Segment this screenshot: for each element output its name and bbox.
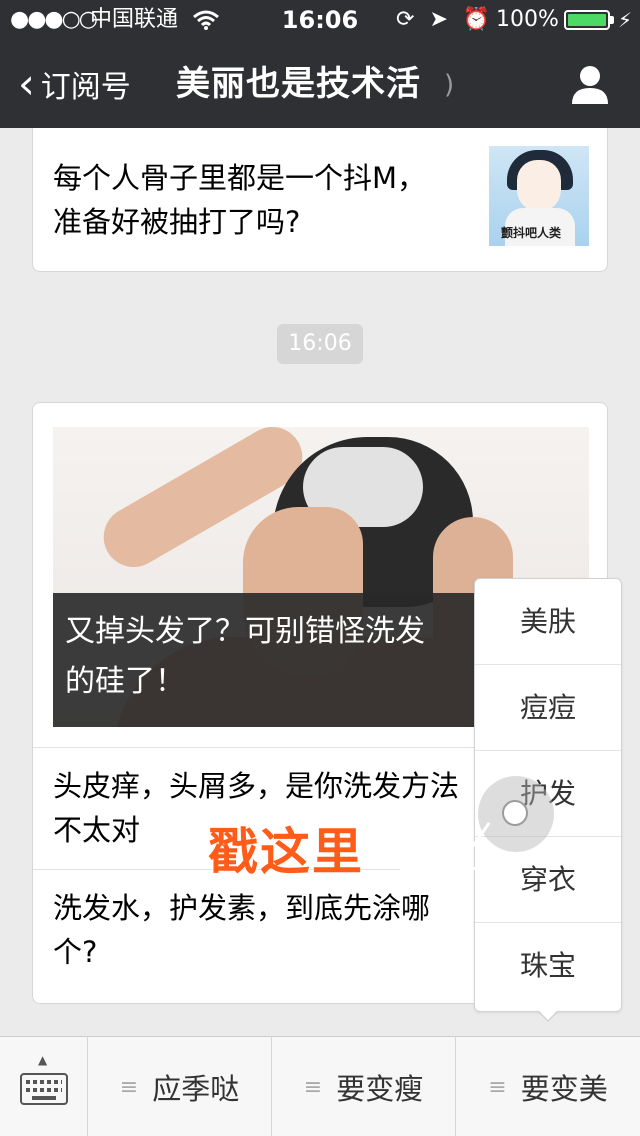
list-item-title: 洗发水，护发素，到底先涂哪个?: [53, 891, 431, 969]
menu-lines-icon: ≡: [119, 1074, 139, 1100]
nav-bar: ‹ 订阅号 美丽也是技术活 ): [0, 40, 640, 128]
menu-lines-icon: ≡: [488, 1074, 507, 1100]
menu-tab-label: 应季哒: [152, 1072, 240, 1106]
menu-tab-label: 要变美: [520, 1072, 608, 1106]
bottom-menu-bar: ▲ ≡ 应季哒 ≡ 要变瘦 ≡ 要变美: [0, 1036, 640, 1136]
submenu-item-jewelry[interactable]: 珠宝: [475, 923, 621, 1009]
battery-tip: [610, 16, 614, 24]
tap-indicator-dot: [502, 800, 528, 826]
message-time-badge: 16:06: [277, 324, 363, 364]
rotation-lock-icon: ⟳: [396, 7, 415, 32]
battery-percent: 100%: [496, 7, 559, 32]
person-icon: [572, 66, 608, 104]
chevron-left-icon: ‹: [18, 59, 35, 108]
back-button[interactable]: ‹ 订阅号: [18, 62, 131, 106]
profile-button[interactable]: [568, 62, 612, 106]
article-title: 每个人骨子里都是一个抖M，准备好被抽打了吗?: [53, 161, 427, 239]
annotation-label: 戳这里: [208, 823, 364, 881]
status-bar: ●●●○○ 中国联通 16:06 ⟳ ➤ ⏰ 100% ⚡: [0, 0, 640, 40]
alarm-icon: ⏰: [462, 7, 491, 32]
article-card-previous[interactable]: 每个人骨子里都是一个抖M，准备好被抽打了吗? 颤抖吧人类: [32, 128, 608, 272]
submenu-item-acne[interactable]: 痘痘: [475, 665, 621, 751]
keyboard-toggle-button[interactable]: ▲: [0, 1037, 88, 1136]
ear-icon: ): [444, 70, 455, 100]
menu-tab-slim[interactable]: ≡ 要变瘦: [272, 1037, 456, 1136]
article-thumbnail: 颤抖吧人类: [489, 146, 589, 246]
annotation-line: [400, 867, 490, 870]
submenu-item-skin[interactable]: 美肤: [475, 579, 621, 665]
thumbnail-caption: 颤抖吧人类: [501, 226, 562, 240]
location-icon: ➤: [429, 7, 448, 32]
submenu-item-clothing[interactable]: 穿衣: [475, 837, 621, 923]
battery-icon: [564, 10, 610, 30]
menu-tab-label: 要变瘦: [336, 1072, 424, 1106]
popup-arrow: [538, 1010, 558, 1020]
menu-lines-icon: ≡: [303, 1074, 323, 1100]
back-label: 订阅号: [40, 70, 131, 105]
keyboard-icon: [20, 1073, 68, 1105]
top-bar: ●●●○○ 中国联通 16:06 ⟳ ➤ ⏰ 100% ⚡ ‹ 订阅号 美丽也是…: [0, 0, 640, 128]
charging-icon: ⚡: [618, 8, 633, 32]
page-title: 美丽也是技术活: [176, 64, 421, 104]
menu-tab-beauty[interactable]: ≡ 要变美: [456, 1037, 640, 1136]
menu-tab-seasonal[interactable]: ≡ 应季哒: [88, 1037, 272, 1136]
caret-up-icon: ▲: [38, 1053, 48, 1067]
status-right-icons: ⟳ ➤ ⏰: [396, 0, 490, 40]
